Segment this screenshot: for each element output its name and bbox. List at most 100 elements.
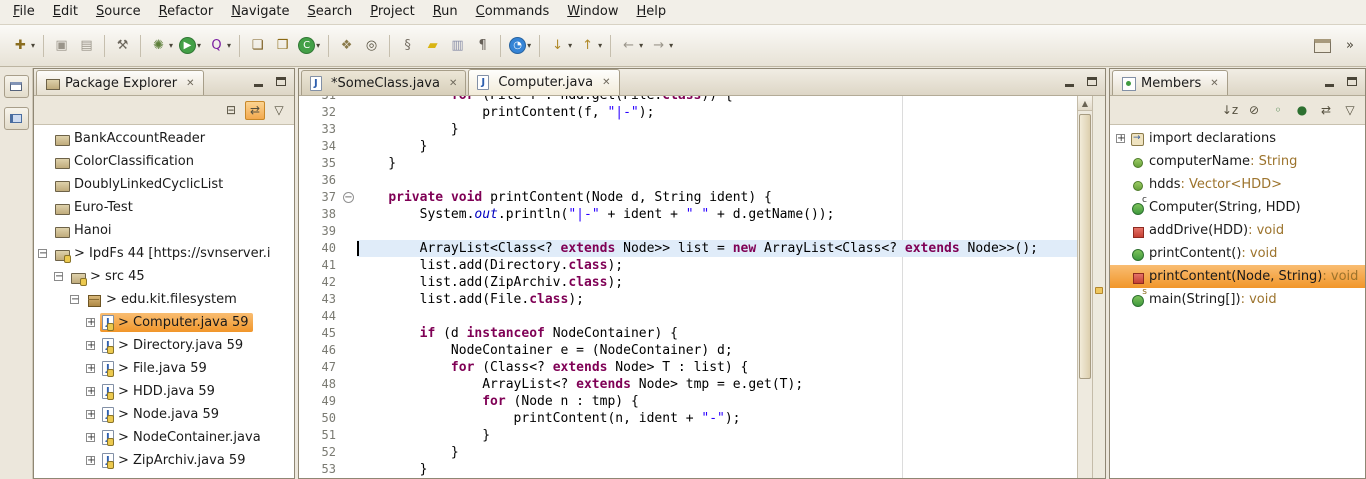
code-line-32[interactable]: printContent(f, "|-"); bbox=[357, 104, 1077, 121]
menu-search[interactable]: Search bbox=[299, 0, 362, 24]
code-line-44[interactable] bbox=[357, 308, 1077, 325]
menu-edit[interactable]: Edit bbox=[44, 0, 87, 24]
code-line-50[interactable]: printContent(n, ident + "-"); bbox=[357, 410, 1077, 427]
toggle-block-selection-button[interactable]: § bbox=[395, 32, 420, 59]
tree-item[interactable]: +> NodeContainer.java bbox=[34, 426, 294, 449]
tree-item[interactable]: +> HDD.java 59 bbox=[34, 380, 294, 403]
code-line-48[interactable]: ArrayList<? extends Node> tmp = e.get(T)… bbox=[357, 376, 1077, 393]
menu-run[interactable]: Run bbox=[424, 0, 467, 24]
expander-minus-icon[interactable]: − bbox=[38, 249, 47, 258]
member-item[interactable]: addDrive(HDD) : void bbox=[1110, 219, 1365, 242]
tree-item[interactable]: −> IpdFs 44 [https://svnserver.i bbox=[34, 242, 294, 265]
expander-plus-icon[interactable]: + bbox=[1116, 134, 1125, 143]
code-line-46[interactable]: NodeContainer e = (NodeContainer) d; bbox=[357, 342, 1077, 359]
back-button[interactable]: ←▾ bbox=[616, 32, 646, 59]
code-line-51[interactable]: } bbox=[357, 427, 1077, 444]
fold-collapse-icon[interactable]: − bbox=[343, 192, 354, 203]
sort-members-button[interactable]: ↓z bbox=[1220, 101, 1240, 120]
code-line-41[interactable]: list.add(Directory.class); bbox=[357, 257, 1077, 274]
expander-plus-icon[interactable]: + bbox=[86, 410, 95, 419]
view-menu-button[interactable]: ▽ bbox=[1340, 101, 1360, 120]
code-line-49[interactable]: for (Node n : tmp) { bbox=[357, 393, 1077, 410]
tree-item[interactable]: +> Directory.java 59 bbox=[34, 334, 294, 357]
view-menu-button[interactable]: ▽ bbox=[269, 101, 289, 120]
expander-plus-icon[interactable]: + bbox=[86, 318, 95, 327]
code-line-36[interactable] bbox=[357, 172, 1077, 189]
code-line-52[interactable]: } bbox=[357, 444, 1077, 461]
new-wizard-button[interactable]: ✚▾ bbox=[8, 32, 38, 59]
minimize-editor-button[interactable] bbox=[1061, 75, 1078, 90]
tree-item[interactable]: +> Computer.java 59 bbox=[34, 311, 294, 334]
new-package-button[interactable]: ❒ bbox=[270, 32, 295, 59]
code-line-38[interactable]: System.out.println("|-" + ident + " " + … bbox=[357, 206, 1077, 223]
coverage-button[interactable]: Q▾ bbox=[204, 32, 234, 59]
tree-item[interactable]: BankAccountReader bbox=[34, 127, 294, 150]
expander-plus-icon[interactable]: + bbox=[86, 341, 95, 350]
expander-plus-icon[interactable]: + bbox=[86, 433, 95, 442]
member-item[interactable]: computerName : String bbox=[1110, 150, 1365, 173]
tree-item[interactable]: +> File.java 59 bbox=[34, 357, 294, 380]
menu-refactor[interactable]: Refactor bbox=[150, 0, 223, 24]
annotation-marker[interactable] bbox=[1095, 287, 1103, 294]
member-item[interactable]: +import declarations bbox=[1110, 127, 1365, 150]
folding-ruler[interactable]: − bbox=[341, 96, 357, 478]
menu-window[interactable]: Window bbox=[558, 0, 627, 24]
code-line-53[interactable]: } bbox=[357, 461, 1077, 478]
code-line-39[interactable] bbox=[357, 223, 1077, 240]
close-tab-icon[interactable]: ✕ bbox=[602, 77, 610, 88]
code-line-37[interactable]: private void printContent(Node d, String… bbox=[357, 189, 1077, 206]
tree-item[interactable]: Euro-Test bbox=[34, 196, 294, 219]
open-web-browser-button[interactable]: ◔▾ bbox=[506, 32, 534, 59]
close-tab-icon[interactable]: ✕ bbox=[449, 78, 457, 89]
hide-fields-button[interactable]: ⊘ bbox=[1244, 101, 1264, 120]
code-line-45[interactable]: if (d instanceof NodeContainer) { bbox=[357, 325, 1077, 342]
tree-item[interactable]: DoublyLinkedCyclicList bbox=[34, 173, 294, 196]
code-line-47[interactable]: for (Class<? extends Node> T : list) { bbox=[357, 359, 1077, 376]
forward-button[interactable]: →▾ bbox=[646, 32, 676, 59]
code-line-42[interactable]: list.add(ZipArchiv.class); bbox=[357, 274, 1077, 291]
editor-tab--someclass-java[interactable]: *SomeClass.java✕ bbox=[301, 70, 466, 95]
code-line-33[interactable]: } bbox=[357, 121, 1077, 138]
new-class-button[interactable]: C▾ bbox=[295, 32, 323, 59]
menu-file[interactable]: File bbox=[4, 0, 44, 24]
run-button[interactable]: ▶▾ bbox=[176, 32, 204, 59]
tree-item[interactable]: Hanoi bbox=[34, 219, 294, 242]
code-line-40[interactable]: ArrayList<Class<? extends Node>> list = … bbox=[357, 240, 1077, 257]
menu-navigate[interactable]: Navigate bbox=[222, 0, 298, 24]
maximize-editor-button[interactable] bbox=[1083, 75, 1100, 90]
build-all-button[interactable]: ⚒ bbox=[110, 32, 135, 59]
code-area[interactable]: for (File f : hdd.get(File.class)) { pri… bbox=[357, 96, 1077, 478]
open-type-button[interactable]: ❖ bbox=[334, 32, 359, 59]
menu-project[interactable]: Project bbox=[361, 0, 424, 24]
show-whitespace-button[interactable]: ▥ bbox=[445, 32, 470, 59]
minimize-view-button[interactable] bbox=[1321, 75, 1338, 90]
tree-item[interactable]: −> src 45 bbox=[34, 265, 294, 288]
expander-plus-icon[interactable]: + bbox=[86, 456, 95, 465]
editor-tab-computer-java[interactable]: Computer.java✕ bbox=[468, 69, 619, 95]
hide-static-members-button[interactable]: ◦ bbox=[1268, 101, 1288, 120]
expander-minus-icon[interactable]: − bbox=[70, 295, 79, 304]
tree-item[interactable]: +> Node.java 59 bbox=[34, 403, 294, 426]
scrollbar-up-button[interactable]: ▲ bbox=[1078, 96, 1092, 111]
fast-view-editor-button[interactable] bbox=[4, 107, 29, 130]
view-tab-package-explorer[interactable]: Package Explorer ✕ bbox=[36, 70, 204, 95]
maximize-view-button[interactable] bbox=[1343, 75, 1360, 90]
search-button[interactable]: ◎ bbox=[359, 32, 384, 59]
show-formatting-marks-button[interactable]: ¶ bbox=[470, 32, 495, 59]
view-tab-members[interactable]: Members ✕ bbox=[1112, 70, 1228, 95]
expander-minus-icon[interactable]: − bbox=[54, 272, 63, 281]
mark-occurrences-button[interactable]: ▰ bbox=[420, 32, 445, 59]
close-view-icon[interactable]: ✕ bbox=[186, 78, 194, 89]
member-item[interactable]: Computer(String, HDD) bbox=[1110, 196, 1365, 219]
scrollbar-thumb[interactable] bbox=[1079, 114, 1091, 379]
next-annotation-button[interactable]: ↓▾ bbox=[545, 32, 575, 59]
restore-view-button[interactable] bbox=[4, 75, 29, 98]
collapse-all-button[interactable]: ⊟ bbox=[221, 101, 241, 120]
menu-commands[interactable]: Commands bbox=[467, 0, 559, 24]
member-item[interactable]: hdds : Vector<HDD> bbox=[1110, 173, 1365, 196]
toolbar-overflow-chevron[interactable]: » bbox=[1342, 38, 1358, 53]
code-line-43[interactable]: list.add(File.class); bbox=[357, 291, 1077, 308]
code-line-35[interactable]: } bbox=[357, 155, 1077, 172]
annotation-ruler[interactable] bbox=[299, 96, 311, 478]
menu-help[interactable]: Help bbox=[628, 0, 676, 24]
